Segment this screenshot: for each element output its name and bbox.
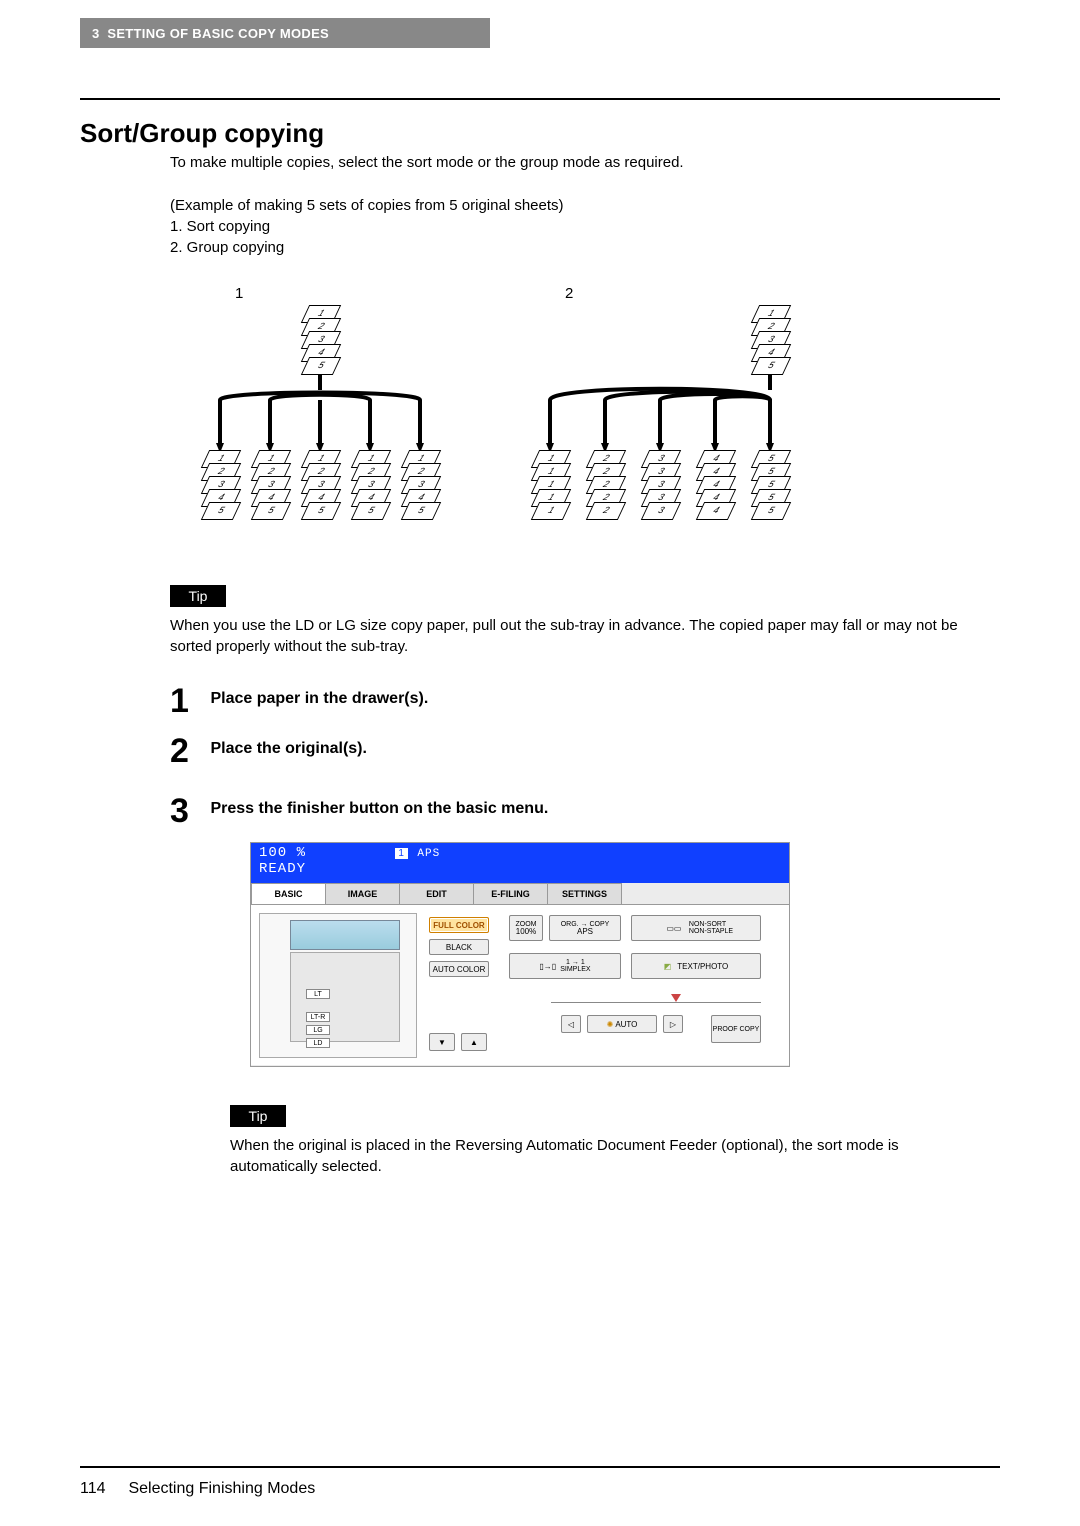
duplex-icon: ▯→▯ [539,962,556,971]
example-lead: (Example of making 5 sets of copies from… [170,195,990,216]
btn-image-mode[interactable]: ◩ TEXT/PHOTO [631,953,761,979]
group-out-3: 33333 [645,455,685,520]
btn-black[interactable]: BLACK [429,939,489,955]
footer-section: Selecting Finishing Modes [128,1480,315,1497]
diagram-label-2: 2 [565,285,573,302]
btn-zoom[interactable]: ZOOM100% [509,915,543,941]
tab-edit[interactable]: EDIT [399,883,474,905]
btn-orig-copy[interactable]: ORG. → COPYAPS [549,915,621,941]
step-num-2: 2 [170,732,200,771]
panel-status: READY [259,861,781,877]
chapter-header: 3 SETTING OF BASIC COPY MODES [80,18,490,48]
group-out-5: 55555 [755,455,795,520]
density-pointer-icon [671,994,681,1002]
copier-illustration: LT LT-R LG LD [259,913,417,1058]
sort-out-2: 12345 [255,455,295,520]
tip-text-1: When you use the LD or LG size copy pape… [170,615,990,657]
step-text-3: Press the finisher button on the basic m… [210,800,548,818]
drawer-ltr[interactable]: LT-R [306,1012,330,1022]
step-text-2: Place the original(s). [210,740,366,758]
example-block: (Example of making 5 sets of copies from… [170,195,990,258]
tab-image[interactable]: IMAGE [325,883,400,905]
panel-zoom-pct: 100 % [259,845,306,861]
tip-label-2: Tip [230,1105,286,1127]
btn-arrow-down[interactable]: ▼ [429,1033,455,1051]
chapter-title: SETTING OF BASIC COPY MODES [107,26,329,41]
step-num-1: 1 [170,682,200,721]
panel-aps: APS [417,848,440,860]
drawer-ld[interactable]: LD [306,1038,330,1048]
tab-efiling[interactable]: E-FILING [473,883,548,905]
sort-out-1: 12345 [205,455,245,520]
step-2: 2 Place the original(s). [170,732,990,771]
step-1: 1 Place paper in the drawer(s). [170,682,990,721]
chapter-number: 3 [92,26,100,41]
btn-density-auto[interactable]: ✺AUTO [587,1015,657,1033]
tip-label-1: Tip [170,585,226,607]
example-item-1: 1. Sort copying [170,216,990,237]
rule-bottom [80,1466,1000,1468]
panel-body: LT LT-R LG LD FULL COLOR BLACK AUTO COLO… [251,905,789,1065]
original-stack-right: 12345 [755,310,795,375]
finisher-icon: ▭▭ [659,924,689,933]
btn-proof-copy[interactable]: PROOF COPY [711,1015,761,1043]
density-slider [551,997,761,1007]
page-footer: 114 Selecting Finishing Modes [80,1480,315,1498]
drawer-lg[interactable]: LG [306,1025,330,1035]
original-stack-left: 12345 [305,310,345,375]
tip-text-2: When the original is placed in the Rever… [230,1135,990,1177]
panel-tabs: BASIC IMAGE EDIT E-FILING SETTINGS [251,883,789,905]
tab-settings[interactable]: SETTINGS [547,883,622,905]
btn-arrow-up[interactable]: ▲ [461,1033,487,1051]
btn-duplex[interactable]: ▯→▯ 1 → 1SIMPLEX [509,953,621,979]
example-item-2: 2. Group copying [170,237,990,258]
sort-out-5: 12345 [405,455,445,520]
step-num-3: 3 [170,792,200,831]
drawer-lt[interactable]: LT [306,989,330,999]
section-heading: Sort/Group copying [80,118,324,149]
group-out-1: 11111 [535,455,575,520]
btn-finisher[interactable]: ▭▭ NON-SORTNON-STAPLE [631,915,761,941]
textphoto-icon: ◩ [664,962,672,971]
rule-top [80,98,1000,100]
group-out-2: 22222 [590,455,630,520]
sort-out-3: 12345 [305,455,345,520]
step-text-1: Place paper in the drawer(s). [210,690,428,708]
diagram-label-1: 1 [235,285,243,302]
btn-density-right[interactable]: ▷ [663,1015,683,1033]
auto-icon: ✺ [607,1020,614,1029]
sort-group-diagram: 1 2 12345 12345 12345 12345 12 [170,285,810,545]
tab-basic[interactable]: BASIC [251,883,326,905]
group-out-4: 44444 [700,455,740,520]
btn-full-color[interactable]: FULL COLOR [429,917,489,933]
panel-status-bar: 100 % 1 APS READY [251,843,789,883]
intro-text: To make multiple copies, select the sort… [170,152,990,173]
btn-auto-color[interactable]: AUTO COLOR [429,961,489,977]
btn-density-left[interactable]: ◁ [561,1015,581,1033]
panel-count: 1 [398,848,405,859]
copier-panel-screenshot: 100 % 1 APS READY BASIC IMAGE EDIT E-FIL… [250,842,790,1067]
step-3: 3 Press the finisher button on the basic… [170,792,990,831]
page-number: 114 [80,1480,124,1498]
sort-out-4: 12345 [355,455,395,520]
